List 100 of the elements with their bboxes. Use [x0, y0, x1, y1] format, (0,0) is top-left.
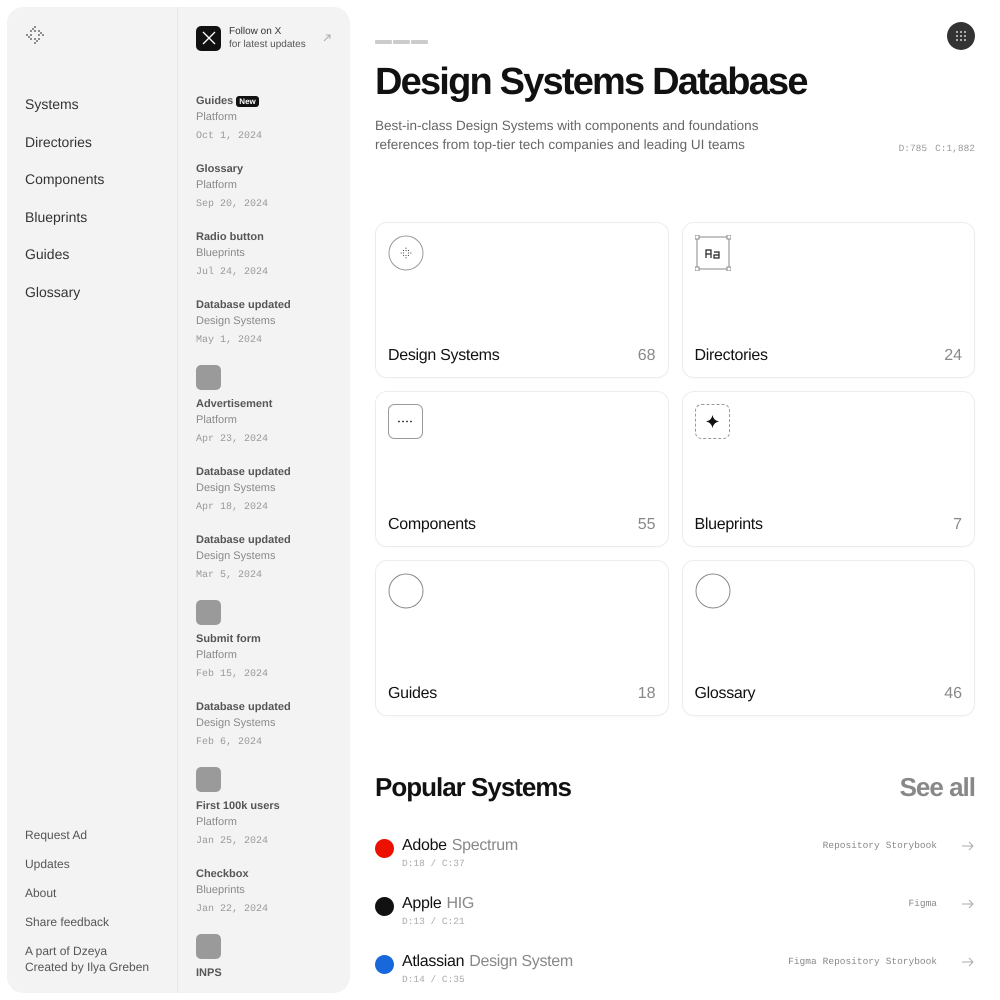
nav-link[interactable]: Guides: [25, 245, 159, 264]
resource-link[interactable]: Repository: [822, 840, 880, 851]
update-category: Platform: [196, 815, 238, 830]
page-description: Best-in-class Design Systems with components and foundations references from top-tier tech companies and leading UI teams: [375, 117, 760, 154]
update-title: Advertisement: [196, 397, 272, 412]
resource-link[interactable]: Storybook: [886, 956, 937, 967]
category-label: Blueprints: [694, 516, 763, 534]
thumbnail-placeholder: [196, 934, 221, 959]
update-date: Jan 22, 2024: [196, 903, 270, 917]
system-name: Design System: [469, 953, 573, 971]
resource-link[interactable]: Repository: [822, 956, 880, 967]
category-count: 24: [944, 347, 962, 365]
system-name: Spectrum: [452, 837, 518, 855]
category-card[interactable]: Directories 24: [682, 222, 975, 378]
update-date: Apr 23, 2024: [196, 433, 270, 447]
dotted-sparkle-circle-icon: [388, 235, 424, 271]
dotted-logo-icon: [25, 25, 45, 45]
category-card[interactable]: Design Systems 68: [375, 222, 668, 378]
footer-link[interactable]: About: [25, 885, 159, 901]
system-stats: D:18 / C:37: [402, 858, 466, 869]
circle-icon: [388, 573, 424, 609]
arrow-right-icon: [961, 956, 975, 966]
nav-link[interactable]: Systems: [25, 95, 159, 114]
update-date: Feb 6, 2024: [196, 736, 264, 750]
category-card[interactable]: Components 55: [375, 391, 668, 547]
circle-icon: [694, 573, 730, 609]
thumbnail-placeholder: [196, 600, 221, 625]
nav-link[interactable]: Blueprints: [25, 208, 159, 227]
resource-link[interactable]: Figma: [788, 956, 817, 967]
update-title: Radio button: [196, 230, 264, 245]
resource-link[interactable]: Storybook: [886, 840, 937, 851]
footer-link[interactable]: Request Ad: [25, 827, 159, 843]
category-label: Directories: [694, 347, 768, 365]
update-category: Design Systems: [196, 716, 276, 731]
arrow-right-icon: [961, 898, 975, 908]
credit-text: A part of Dzeya: [25, 943, 108, 959]
update-title: Guides: [196, 94, 234, 109]
update-title: Submit form: [196, 632, 261, 647]
update-title: INPS: [196, 966, 222, 981]
arrow-up-right-icon: [322, 33, 332, 43]
credit-text: Created by Ilya Greben: [25, 959, 150, 975]
grid-icon: [956, 31, 966, 41]
category-label: Guides: [388, 685, 437, 703]
update-title: First 100k users: [196, 799, 280, 814]
update-category: Blueprints: [196, 246, 246, 261]
update-date: Sep 20, 2024: [196, 198, 270, 212]
category-card[interactable]: Glossary 46: [682, 560, 975, 716]
update-date: Jul 24, 2024: [196, 266, 270, 280]
category-label: Glossary: [694, 685, 756, 703]
new-badge: New: [236, 96, 259, 106]
nav-link[interactable]: Directories: [25, 132, 159, 152]
system-stats: D:13 / C:21: [402, 916, 466, 927]
update-category: Design Systems: [196, 481, 276, 496]
resource-link[interactable]: Figma: [908, 898, 937, 909]
update-date: Apr 18, 2024: [196, 501, 270, 515]
arrow-right-icon: [961, 840, 975, 850]
company-name: Adobe: [402, 837, 447, 855]
update-title: Database updated: [196, 700, 291, 715]
update-date: May 1, 2024: [196, 334, 264, 348]
footer-link[interactable]: Share feedback: [25, 914, 159, 930]
stat-text: C:1,882: [935, 143, 975, 154]
thumbnail-placeholder: [196, 767, 221, 792]
update-date: Mar 5, 2024: [196, 569, 264, 583]
update-title: Glossary: [196, 162, 244, 177]
follow-on-x-link[interactable]: Follow on X for latest updates: [196, 25, 332, 51]
update-date: Oct 1, 2024: [196, 130, 264, 144]
page-title: Design Systems Database: [375, 60, 808, 105]
category-count: 68: [638, 347, 656, 365]
nav-link[interactable]: Components: [25, 170, 159, 190]
update-category: Platform: [196, 178, 238, 193]
stat-text: D:785: [898, 143, 928, 154]
company-name: Atlassian: [402, 953, 464, 971]
category-label: Design Systems: [388, 347, 500, 365]
system-stats: D:14 / C:35: [402, 974, 466, 985]
footer-link[interactable]: Updates: [25, 856, 159, 872]
update-title: Checkbox: [196, 867, 249, 882]
update-title: Database updated: [196, 533, 291, 548]
text-frame-icon: [694, 235, 730, 271]
update-category: Blueprints: [196, 883, 246, 898]
category-count: 55: [638, 516, 656, 534]
update-category: Platform: [196, 413, 238, 428]
update-category: Platform: [196, 648, 238, 663]
nav-link[interactable]: Glossary: [25, 282, 159, 302]
category-card[interactable]: Blueprints 7: [682, 391, 975, 547]
update-date: Jan 25, 2024: [196, 835, 270, 849]
category-label: Components: [388, 516, 476, 534]
update-category: Design Systems: [196, 549, 276, 564]
update-title: Database updated: [196, 465, 291, 480]
system-name: HIG: [446, 895, 474, 913]
menu-button[interactable]: [947, 22, 975, 50]
update-category: Platform: [196, 110, 238, 125]
thumbnail-placeholder: [196, 365, 221, 390]
x-logo-icon: [196, 26, 221, 50]
section-title: Popular Systems: [375, 772, 571, 803]
dots-box-icon: [388, 404, 423, 439]
category-card[interactable]: Guides 18: [375, 560, 668, 716]
see-all-link[interactable]: See all: [900, 772, 975, 803]
update-title: Database updated: [196, 298, 291, 313]
category-count: 46: [944, 685, 962, 703]
breadcrumb-skeleton-icon: [375, 40, 429, 44]
